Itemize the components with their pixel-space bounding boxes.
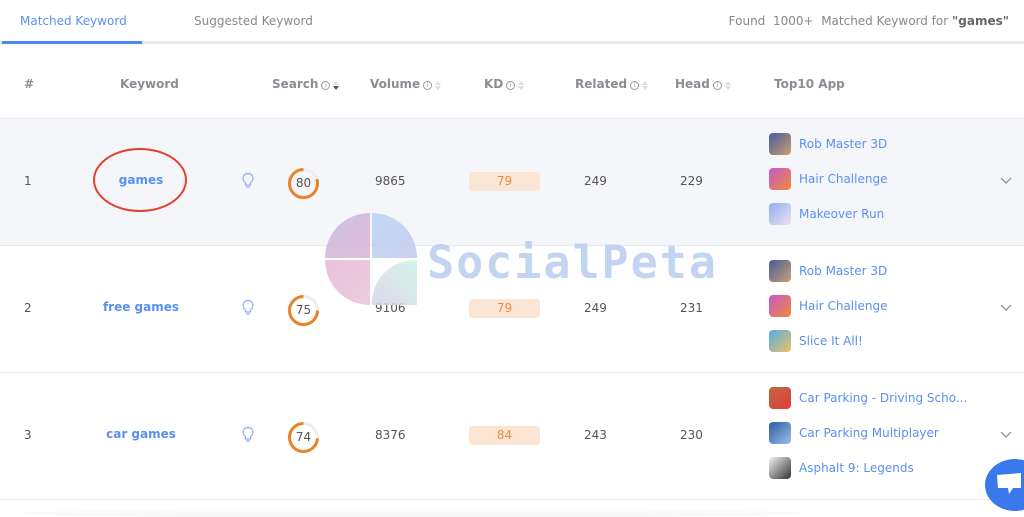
app-icon (769, 260, 791, 282)
top-app-item[interactable]: Car Parking - Driving Scho... (769, 387, 967, 422)
table-row: 1 games 80 9865 79 249 229 Rob Master 3D… (0, 119, 1024, 246)
sort-icon[interactable] (435, 81, 442, 90)
info-icon[interactable]: i (506, 81, 516, 90)
sort-icon[interactable] (333, 81, 340, 90)
app-name: Makeover Run (799, 207, 885, 221)
column-rank: # (24, 77, 35, 91)
volume: 8376 (375, 428, 406, 442)
info-icon[interactable]: i (423, 81, 433, 90)
top10-app-list: Car Parking - Driving Scho... Car Parkin… (769, 387, 967, 492)
tab-matched-keyword[interactable]: Matched Keyword (20, 14, 127, 28)
app-name: Car Parking Multiplayer (799, 426, 939, 440)
search-score: 74 (295, 430, 312, 444)
lightbulb-icon[interactable] (241, 299, 255, 317)
head: 229 (680, 174, 703, 188)
info-icon[interactable]: i (630, 81, 640, 90)
volume: 9865 (375, 174, 406, 188)
keyword-link[interactable]: games (90, 173, 192, 187)
kd-badge: 79 (469, 299, 540, 318)
kd-badge: 84 (469, 426, 540, 445)
results-summary: Found 1000+ Matched Keyword for "games" (729, 14, 1009, 28)
app-icon (769, 457, 791, 479)
scroll-shadow (20, 508, 800, 517)
table-row: 3 car games 74 8376 84 243 230 Car Parki… (0, 373, 1024, 500)
volume: 9106 (375, 301, 406, 315)
chevron-down-icon[interactable] (1000, 175, 1012, 185)
app-icon (769, 203, 791, 225)
chevron-down-icon[interactable] (1000, 302, 1012, 312)
tab-bar: Matched Keyword Suggested Keyword Found … (0, 0, 1024, 44)
table-header: # Keyword Search i Volume i KD i Related i H… (0, 47, 1024, 119)
info-icon[interactable]: i (712, 81, 722, 90)
info-icon[interactable]: i (321, 81, 331, 90)
sort-icon[interactable] (518, 81, 525, 90)
top-app-item[interactable]: Hair Challenge (769, 168, 887, 203)
head: 230 (680, 428, 703, 442)
keyword-link[interactable]: car games (90, 427, 192, 441)
rank: 1 (24, 174, 32, 188)
column-kd[interactable]: KD i (484, 77, 525, 91)
lightbulb-icon[interactable] (241, 172, 255, 190)
active-tab-indicator (2, 41, 142, 44)
column-related[interactable]: Related i (575, 77, 649, 91)
app-name: Hair Challenge (799, 172, 888, 186)
app-icon (769, 422, 791, 444)
tab-suggested-keyword[interactable]: Suggested Keyword (194, 14, 313, 28)
found-count: 1000+ (772, 14, 814, 28)
column-kd-label: KD (484, 77, 504, 91)
app-icon (769, 133, 791, 155)
top10-app-list: Rob Master 3D Hair Challenge Makeover Ru… (769, 133, 887, 238)
app-name: Hair Challenge (799, 299, 888, 313)
app-name: Asphalt 9: Legends (799, 461, 914, 475)
sort-icon[interactable] (724, 81, 731, 90)
related: 243 (584, 428, 607, 442)
search-score: 80 (295, 176, 312, 190)
top-app-item[interactable]: Hair Challenge (769, 295, 887, 330)
top-app-item[interactable]: Rob Master 3D (769, 260, 887, 295)
lightbulb-icon[interactable] (241, 426, 255, 444)
column-head[interactable]: Head i (675, 77, 731, 91)
head: 231 (680, 301, 703, 315)
top-app-item[interactable]: Car Parking Multiplayer (769, 422, 967, 457)
column-volume[interactable]: Volume i (370, 77, 442, 91)
column-head-label: Head (675, 77, 710, 91)
app-name: Rob Master 3D (799, 264, 888, 278)
column-keyword: Keyword (120, 77, 179, 91)
app-icon (769, 168, 791, 190)
top-app-item[interactable]: Asphalt 9: Legends (769, 457, 967, 492)
top-app-item[interactable]: Rob Master 3D (769, 133, 887, 168)
chevron-down-icon[interactable] (1000, 429, 1012, 439)
sort-icon[interactable] (642, 81, 649, 90)
keyword-link[interactable]: free games (90, 300, 192, 314)
search-score: 75 (295, 303, 312, 317)
chat-icon (997, 473, 1021, 494)
column-search[interactable]: Search i (272, 77, 340, 91)
top-app-item[interactable]: Slice It All! (769, 330, 887, 365)
app-icon (769, 330, 791, 352)
app-name: Car Parking - Driving Scho... (799, 391, 968, 405)
app-icon (769, 387, 791, 409)
related: 249 (584, 301, 607, 315)
app-name: Rob Master 3D (799, 137, 888, 151)
app-icon (769, 295, 791, 317)
app-name: Slice It All! (799, 334, 863, 348)
column-search-label: Search (272, 77, 319, 91)
found-query: "games" (952, 14, 1009, 28)
rank: 3 (24, 428, 32, 442)
column-top10-app: Top10 App (774, 77, 845, 91)
column-volume-label: Volume (370, 77, 421, 91)
related: 249 (584, 174, 607, 188)
column-related-label: Related (575, 77, 628, 91)
found-middle: Matched Keyword for (821, 14, 949, 28)
top10-app-list: Rob Master 3D Hair Challenge Slice It Al… (769, 260, 887, 365)
rank: 2 (24, 301, 32, 315)
found-prefix: Found (728, 14, 766, 28)
table-row: 2 free games 75 9106 79 249 231 Rob Mast… (0, 246, 1024, 373)
top-app-item[interactable]: Makeover Run (769, 203, 887, 238)
kd-badge: 79 (469, 172, 540, 191)
